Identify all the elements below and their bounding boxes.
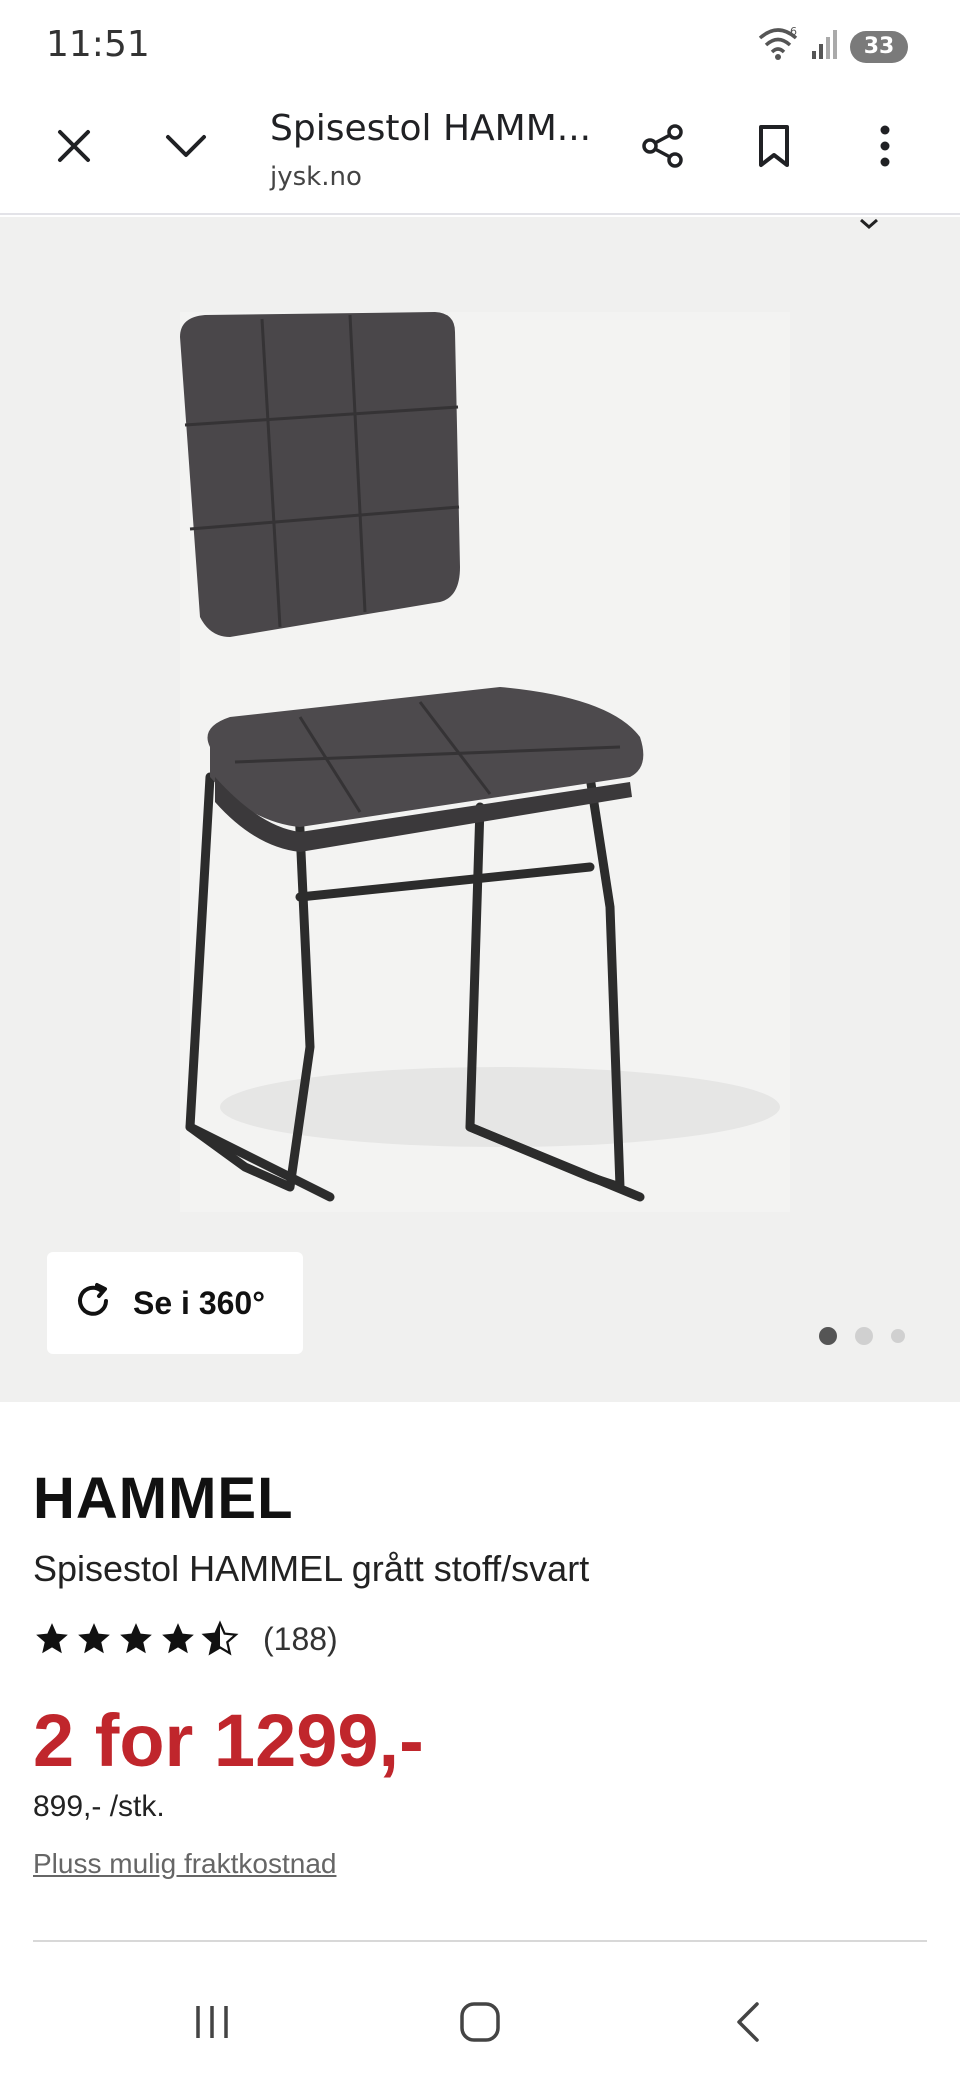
gallery-dot[interactable] bbox=[891, 1329, 905, 1343]
bookmark-button[interactable] bbox=[738, 112, 810, 184]
gallery-pagination bbox=[819, 1327, 905, 1345]
wifi-icon: 6 bbox=[756, 25, 800, 67]
wifi-badge: 6 bbox=[790, 26, 797, 38]
page-domain: jysk.no bbox=[270, 162, 362, 192]
status-bar: 11:51 6 33 bbox=[0, 0, 960, 90]
battery-icon: 33 bbox=[850, 30, 908, 63]
more-vert-icon bbox=[879, 124, 891, 173]
back-button[interactable] bbox=[708, 1996, 788, 2052]
unit-price: 899,- /stk. bbox=[33, 1790, 165, 1823]
product-image bbox=[180, 312, 780, 1202]
share-icon bbox=[640, 123, 686, 174]
recent-apps-button[interactable] bbox=[172, 1996, 252, 2052]
status-time: 11:51 bbox=[46, 24, 150, 65]
rating[interactable]: (188) bbox=[33, 1620, 338, 1658]
gallery-dot[interactable] bbox=[819, 1327, 837, 1345]
recent-apps-icon bbox=[192, 2004, 232, 2045]
product-name: Spisestol HAMMEL grått stoff/svart bbox=[33, 1548, 590, 1589]
rotate-icon bbox=[73, 1281, 113, 1326]
product-gallery[interactable]: Se i 360° bbox=[0, 217, 960, 1402]
page-title: Spisestol HAMM... bbox=[270, 108, 592, 149]
gallery-dot[interactable] bbox=[855, 1327, 873, 1345]
star-icon bbox=[120, 1623, 152, 1654]
status-icons: 6 33 bbox=[756, 25, 908, 67]
product-price: 2 for 1299,- bbox=[33, 1699, 424, 1782]
star-half-icon bbox=[201, 1620, 239, 1656]
chevron-down-icon bbox=[858, 217, 880, 236]
back-icon bbox=[733, 2001, 763, 2048]
signal-icon bbox=[810, 27, 840, 66]
view-360-button[interactable]: Se i 360° bbox=[47, 1252, 303, 1354]
share-button[interactable] bbox=[627, 112, 699, 184]
more-options-button[interactable] bbox=[849, 112, 921, 184]
star-icon bbox=[162, 1623, 194, 1654]
close-tab-button[interactable] bbox=[38, 112, 110, 184]
bookmark-icon bbox=[756, 124, 792, 173]
review-count: (188) bbox=[263, 1620, 338, 1657]
star-icon bbox=[36, 1623, 68, 1654]
divider bbox=[33, 1940, 927, 1942]
product-brand: HAMMEL bbox=[33, 1466, 294, 1531]
chevron-down-icon bbox=[164, 131, 208, 166]
browser-toolbar: Spisestol HAMM... jysk.no bbox=[0, 90, 960, 215]
system-navbar bbox=[0, 1968, 960, 2080]
minimize-tab-button[interactable] bbox=[150, 112, 222, 184]
home-button[interactable] bbox=[440, 1996, 520, 2052]
close-icon bbox=[54, 126, 94, 171]
star-icon bbox=[78, 1623, 110, 1654]
home-icon bbox=[459, 2001, 501, 2048]
view-360-label: Se i 360° bbox=[133, 1284, 265, 1321]
shipping-cost-link[interactable]: Pluss mulig fraktkostnad bbox=[33, 1848, 336, 1880]
